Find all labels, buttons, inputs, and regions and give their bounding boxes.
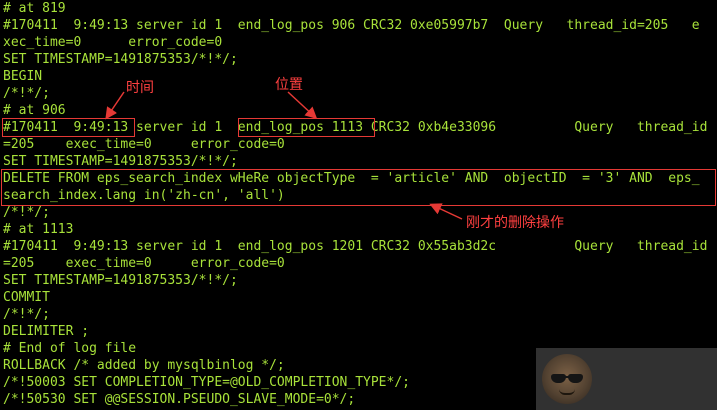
time-annotation: 时间 [126,80,154,96]
terminal-line: SET TIMESTAMP=1491875353/*!*/; [3,273,238,288]
position-annotation: 位置 [275,77,303,93]
terminal-line: #170411 9:49:13 server id 1 end_log_pos … [3,120,708,135]
watermark-overlay [536,348,717,410]
terminal-line: /*!*/; [3,86,50,101]
terminal-line: /*!50530 SET @@SESSION.PSEUDO_SLAVE_MODE… [3,392,356,407]
terminal-line: search_index.lang in('zh-cn', 'all') [3,188,285,203]
terminal-line: # at 906 [3,103,66,118]
terminal-line: #170411 9:49:13 server id 1 end_log_pos … [3,18,700,33]
terminal-line: ROLLBACK /* added by mysqlbinlog */; [3,358,285,373]
sunglasses-avatar-icon [542,354,592,404]
terminal-line: # at 819 [3,1,66,16]
terminal-line: /*!50003 SET COMPLETION_TYPE=@OLD_COMPLE… [3,375,410,390]
terminal-line: DELETE FROM eps_search_index wHeRe objec… [3,171,700,186]
terminal-line: SET TIMESTAMP=1491875353/*!*/; [3,154,238,169]
terminal-line: =205 exec_time=0 error_code=0 [3,137,285,152]
terminal-line: DELIMITER ; [3,324,90,339]
terminal-line: =205 exec_time=0 error_code=0 [3,256,285,271]
terminal-line: /*!*/; [3,307,50,322]
terminal-line: /*!*/; [3,205,50,220]
terminal-line: SET TIMESTAMP=1491875353/*!*/; [3,52,238,67]
delete-annotation: 刚才的删除操作 [466,215,564,231]
terminal-line: # End of log file [3,341,137,356]
terminal-line: # at 1113 [3,222,74,237]
terminal-line: COMMIT [3,290,50,305]
terminal-line: xec_time=0 error_code=0 [3,35,223,50]
terminal-line: BEGIN [3,69,43,84]
terminal-line: #170411 9:49:13 server id 1 end_log_pos … [3,239,708,254]
